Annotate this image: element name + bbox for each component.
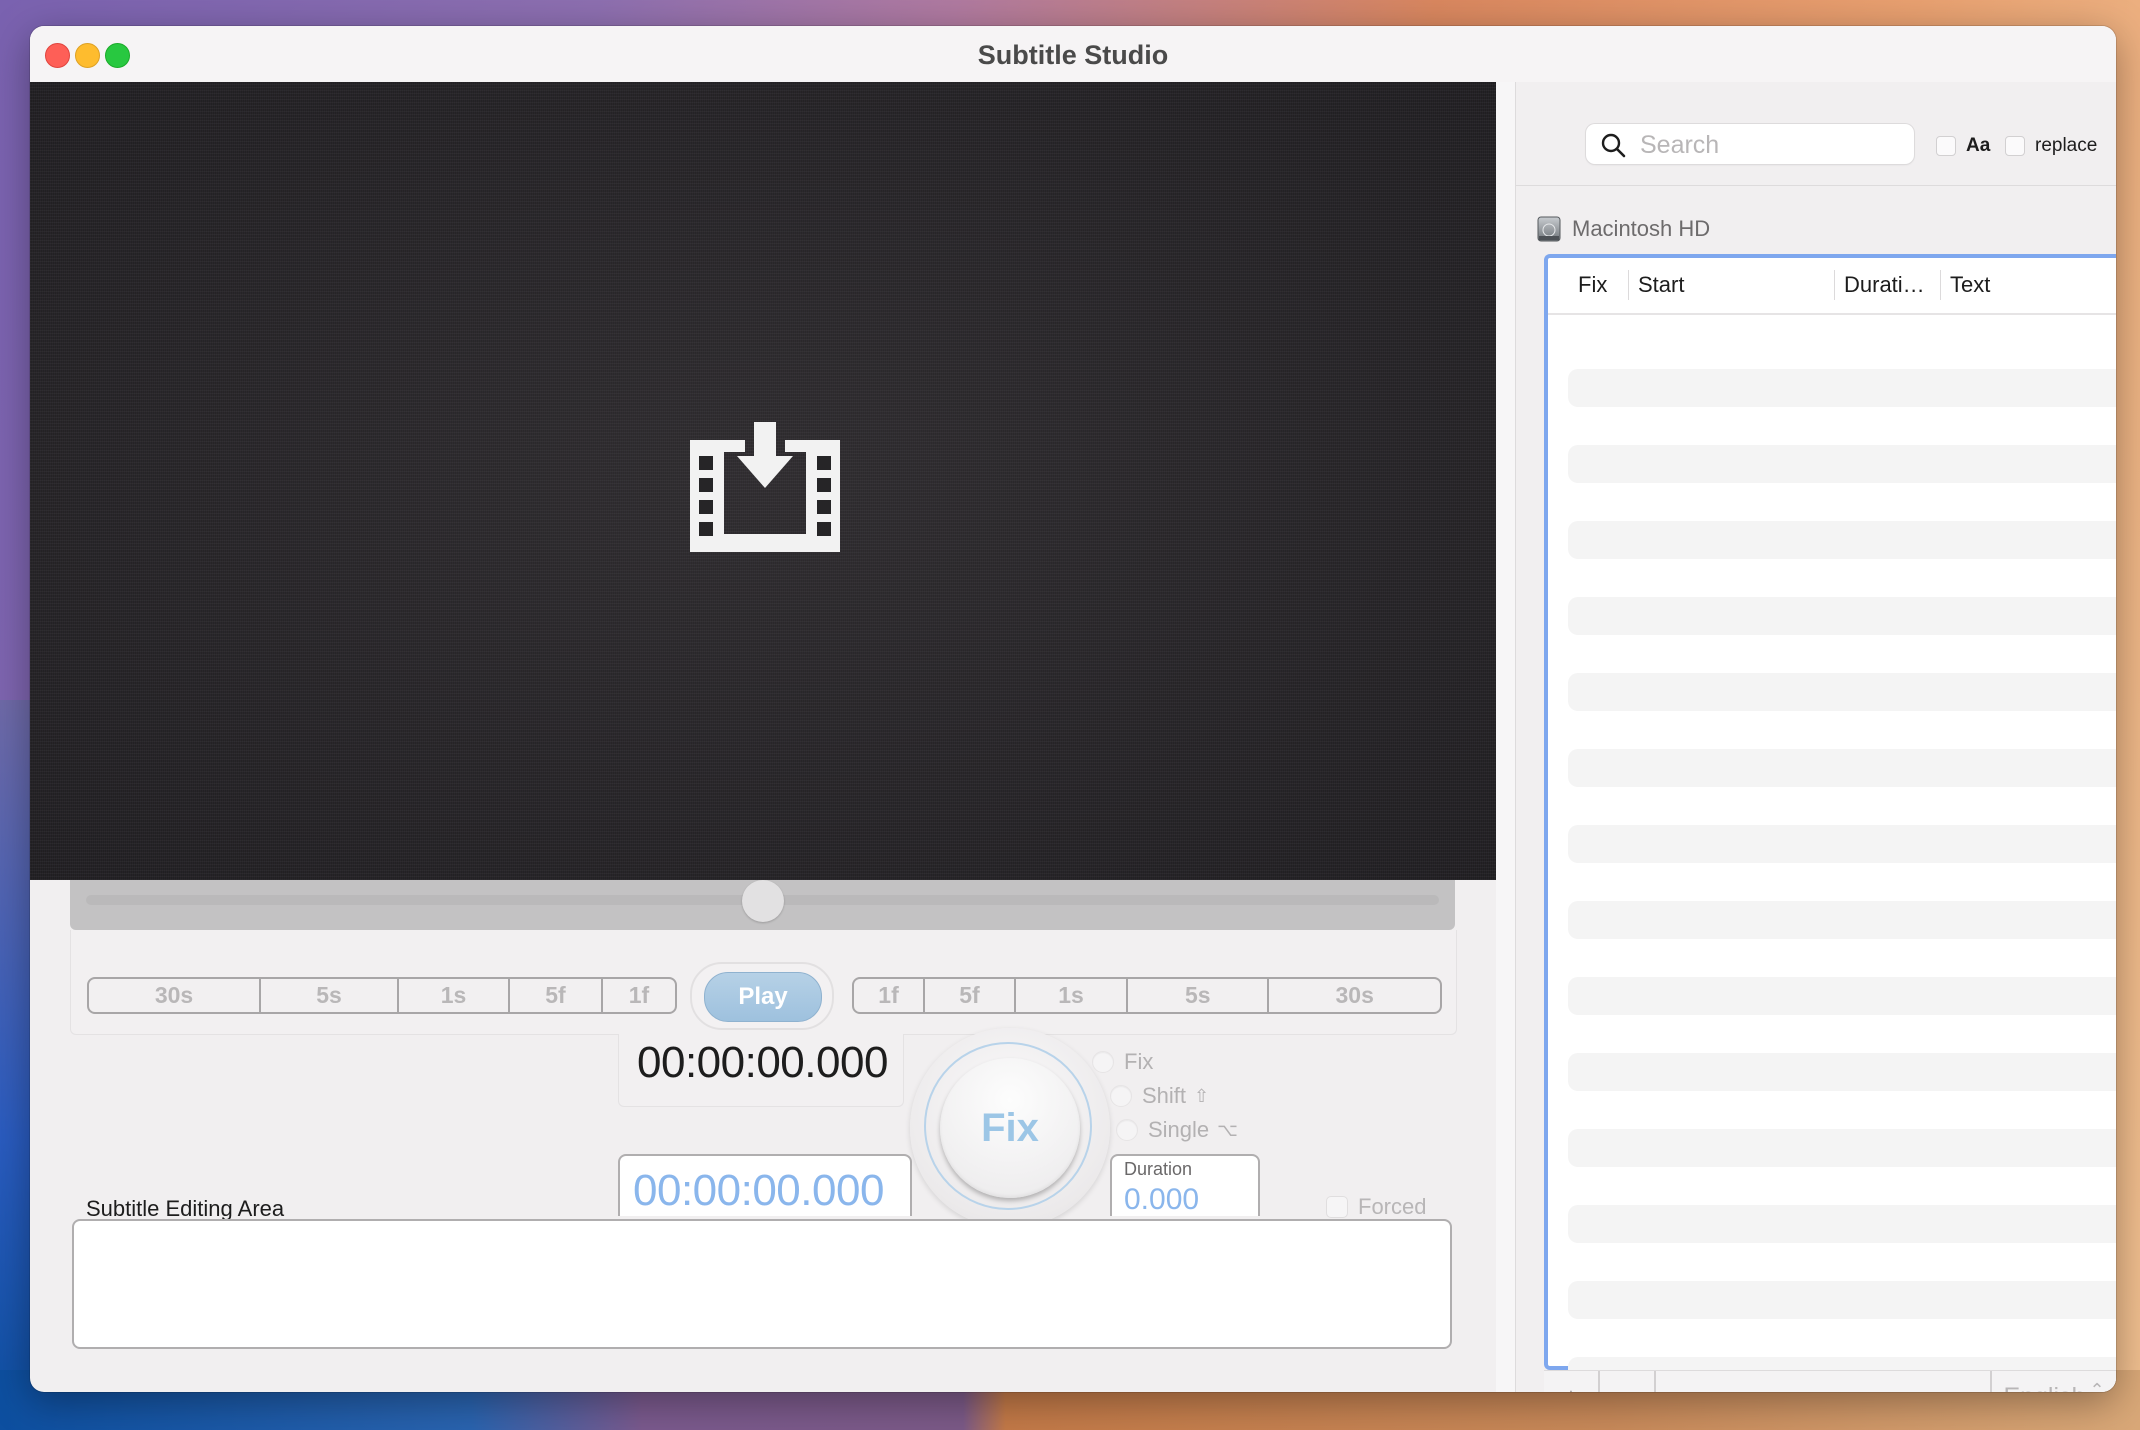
volume-name: Macintosh HD xyxy=(1572,216,1711,241)
column-separator[interactable] xyxy=(1940,270,1941,300)
search-icon xyxy=(1601,133,1626,158)
title-bar: Subtitle Studio xyxy=(30,26,2116,83)
fix-mode-radio-single[interactable]: Single ⌥ xyxy=(1116,1117,1238,1143)
table-row-stripe xyxy=(1568,901,2116,939)
step-back-5s-button[interactable]: 5s xyxy=(261,979,399,1012)
table-header: Fix Start Durati… Text xyxy=(1548,258,2116,315)
column-header-duration[interactable]: Durati… xyxy=(1844,272,1925,298)
step-back-1s-button[interactable]: 1s xyxy=(399,979,510,1012)
panel-separator xyxy=(1516,185,2116,186)
hard-drive-icon xyxy=(1537,216,1561,242)
table-row-stripe xyxy=(1568,825,2116,863)
match-case-checkbox[interactable]: Aa xyxy=(1936,135,1990,157)
shift-mode-label: Shift xyxy=(1142,1083,1187,1108)
subtitle-list-panel: Aa replace Macintosh HD Fix xyxy=(1516,82,2116,1392)
scrubber-knob[interactable] xyxy=(741,880,784,922)
subtitle-text-editor[interactable] xyxy=(72,1219,1452,1349)
table-row-stripe xyxy=(1568,977,2116,1015)
radio-circle[interactable] xyxy=(1116,1119,1138,1141)
table-row-stripe xyxy=(1568,521,2116,559)
replace-checkbox[interactable]: replace xyxy=(2005,135,2097,157)
table-row-stripe xyxy=(1568,1053,2116,1091)
table-row-stripe xyxy=(1568,1205,2116,1243)
single-mode-label: Single xyxy=(1148,1117,1210,1142)
table-row-stripe xyxy=(1568,1129,2116,1167)
language-select[interactable]: English ⌃⌃ xyxy=(1990,1371,2116,1392)
desktop-wallpaper xyxy=(0,700,30,1430)
replace-checkbox-box[interactable] xyxy=(2005,136,2025,156)
step-forward-5f-button[interactable]: 5f xyxy=(925,979,1016,1012)
match-case-checkbox-box[interactable] xyxy=(1936,136,1956,156)
current-time-display: 00:00:00.000 xyxy=(637,1038,888,1087)
option-key-icon: ⌥ xyxy=(1217,1119,1238,1140)
chevron-up-down-icon: ⌃⌃ xyxy=(2089,1379,2105,1392)
shift-key-icon: ⇧ xyxy=(1194,1085,1210,1106)
fix-button[interactable]: Fix xyxy=(940,1058,1080,1198)
app-window: Subtitle Studio 30s 5s 1s 5f 1f Play 1f … xyxy=(30,26,2116,1392)
table-row-stripe xyxy=(1568,597,2116,635)
column-header-text[interactable]: Text xyxy=(1950,272,1990,298)
split-view-divider[interactable] xyxy=(1496,82,1515,1392)
step-back-30s-button[interactable]: 30s xyxy=(89,979,261,1012)
forced-checkbox-box[interactable] xyxy=(1326,1196,1348,1218)
column-separator[interactable] xyxy=(1628,270,1629,300)
remove-subtitle-button[interactable]: - xyxy=(1600,1371,1656,1392)
match-case-label: Aa xyxy=(1966,135,1991,156)
fix-mode-radio-fix[interactable]: Fix xyxy=(1092,1049,1153,1075)
step-forward-30s-button[interactable]: 30s xyxy=(1269,979,1440,1012)
forced-checkbox[interactable]: Forced xyxy=(1326,1194,1426,1220)
step-forward-1f-button[interactable]: 1f xyxy=(854,979,926,1012)
column-separator[interactable] xyxy=(1834,270,1835,300)
step-forward-5s-button[interactable]: 5s xyxy=(1128,979,1270,1012)
duration-field[interactable]: 0.000 xyxy=(1124,1183,1199,1217)
step-back-5f-button[interactable]: 5f xyxy=(510,979,603,1012)
video-drop-area[interactable] xyxy=(30,82,1496,880)
column-header-start[interactable]: Start xyxy=(1638,272,1684,298)
step-back-segmented-control: 30s 5s 1s 5f 1f xyxy=(87,977,677,1014)
radio-circle[interactable] xyxy=(1110,1085,1132,1107)
language-value: English xyxy=(2003,1383,2085,1393)
volume-path[interactable]: Macintosh HD xyxy=(1536,216,1710,242)
table-bottom-bar: + - English ⌃⌃ xyxy=(1544,1370,2116,1392)
replace-label: replace xyxy=(2035,135,2098,156)
subtitle-table[interactable]: Fix Start Durati… Text xyxy=(1544,254,2116,1392)
step-forward-segmented-control: 1f 5f 1s 5s 30s xyxy=(852,977,1442,1014)
table-row-stripe xyxy=(1568,445,2116,483)
search-field[interactable] xyxy=(1586,124,1914,164)
forced-label: Forced xyxy=(1358,1194,1427,1219)
table-row-stripe xyxy=(1568,369,2116,407)
fix-mode-radio-shift[interactable]: Shift ⇧ xyxy=(1110,1083,1209,1109)
column-header-fix[interactable]: Fix xyxy=(1578,272,1607,298)
window-title: Subtitle Studio xyxy=(977,40,1169,70)
play-button-ring: Play xyxy=(690,962,834,1030)
table-row-stripe xyxy=(1568,1281,2116,1319)
step-forward-1s-button[interactable]: 1s xyxy=(1016,979,1129,1012)
search-input[interactable] xyxy=(1638,128,1902,162)
start-time-field[interactable]: 00:00:00.000 xyxy=(633,1166,884,1216)
fix-dial: Fix xyxy=(910,1028,1110,1228)
table-row-stripe xyxy=(1568,749,2116,787)
play-button[interactable]: Play xyxy=(704,972,822,1022)
add-subtitle-button[interactable]: + xyxy=(1544,1371,1600,1392)
table-row-stripe xyxy=(1568,673,2116,711)
step-back-1f-button[interactable]: 1f xyxy=(603,979,675,1012)
film-download-icon xyxy=(690,422,840,552)
playback-scrubber[interactable] xyxy=(70,880,1455,930)
radio-circle[interactable] xyxy=(1092,1051,1114,1073)
fix-mode-label: Fix xyxy=(1124,1049,1154,1074)
duration-label: Duration xyxy=(1124,1159,1193,1179)
